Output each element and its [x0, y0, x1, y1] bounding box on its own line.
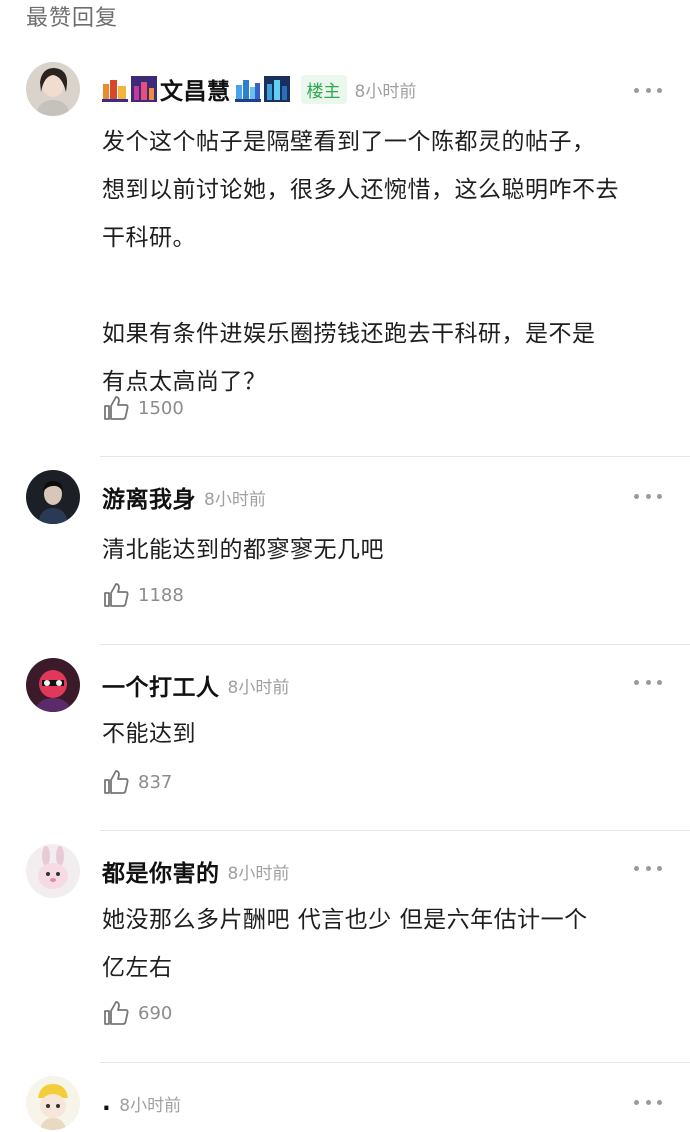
timestamp: 8小时前 — [354, 81, 417, 102]
op-badge: 楼主 — [300, 74, 347, 104]
comment-text: 清北能达到的都寥寥无几吧 — [102, 537, 384, 563]
timestamp: 8小时前 — [227, 863, 290, 884]
avatar[interactable] — [26, 470, 80, 524]
like-count: 1500 — [138, 397, 184, 419]
username[interactable]: . — [102, 1090, 111, 1116]
avatar[interactable] — [26, 844, 80, 898]
avatar[interactable] — [26, 62, 80, 116]
comment-header: 都是你害的 8小时前 — [102, 854, 290, 888]
like-count: 837 — [138, 771, 173, 793]
like-button[interactable]: 1188 — [102, 580, 184, 610]
more-dots-icon[interactable] — [634, 80, 662, 100]
username[interactable]: 文昌慧 — [160, 72, 231, 106]
timestamp: 8小时前 — [119, 1095, 182, 1116]
thumbs-up-icon — [104, 770, 129, 794]
like-count: 690 — [138, 1002, 173, 1024]
more-dots-icon[interactable] — [634, 486, 662, 506]
username[interactable]: 都是你害的 — [102, 854, 220, 888]
comment-text: 不能达到 — [102, 721, 196, 747]
more-dots-icon[interactable] — [634, 1092, 662, 1112]
comment-text: 她没那么多片酬吧 代言也少 但是六年估计一个 亿左右 — [102, 907, 588, 981]
username[interactable]: 一个打工人 — [102, 668, 220, 702]
avatar[interactable] — [26, 1076, 80, 1130]
comment-header: 游离我身 8小时前 — [102, 480, 266, 514]
comment-item: 游离我身 8小时前 清北能达到的都寥寥无几吧 1188 — [0, 460, 690, 646]
comment-header: . 8小时前 — [102, 1088, 181, 1118]
like-button[interactable]: 837 — [102, 767, 172, 797]
comment-header: 文昌慧 楼主 8小时前 — [102, 72, 417, 106]
comment-item: 一个打工人 8小时前 不能达到 837 — [0, 646, 690, 832]
thumbs-up-icon — [104, 396, 129, 420]
like-count: 1188 — [138, 584, 184, 606]
timestamp: 8小时前 — [204, 489, 266, 510]
city-badge-icon — [102, 76, 128, 102]
comment-item: . 8小时前 — [0, 1064, 690, 1132]
city-badge-icon — [131, 76, 157, 102]
thumbs-up-icon — [104, 1001, 129, 1025]
divider — [100, 1062, 690, 1063]
city-badge-icon — [234, 76, 261, 102]
username[interactable]: 游离我身 — [102, 480, 196, 514]
more-dots-icon[interactable] — [634, 672, 662, 692]
city-badge-icon — [263, 76, 290, 102]
divider — [100, 644, 690, 645]
avatar[interactable] — [26, 658, 80, 712]
more-dots-icon[interactable] — [634, 858, 662, 878]
comment-item: 文昌慧 楼主 8小时前 发个这个帖子是隔壁看到了一个陈都灵的帖子， 想到以前讨论… — [0, 0, 690, 460]
comment-text: 发个这个帖子是隔壁看到了一个陈都灵的帖子， 想到以前讨论她，很多人还惋惜，这么聪… — [102, 129, 619, 395]
divider — [100, 456, 690, 457]
comment-header: 一个打工人 8小时前 — [102, 668, 290, 702]
timestamp: 8小时前 — [227, 677, 290, 698]
comment-item: 都是你害的 8小时前 她没那么多片酬吧 代言也少 但是六年估计一个 亿左右 69… — [0, 832, 690, 1064]
like-button[interactable]: 1500 — [102, 393, 184, 423]
like-button[interactable]: 690 — [102, 998, 172, 1028]
thumbs-up-icon — [104, 583, 129, 607]
divider — [100, 830, 690, 831]
